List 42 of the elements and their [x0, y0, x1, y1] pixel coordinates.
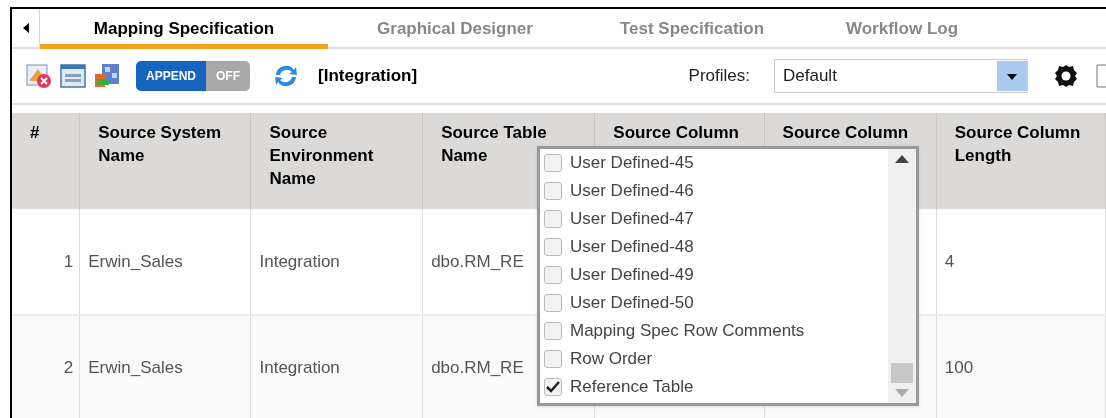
column-option-label[interactable]: Mapping Spec Row Comments: [570, 318, 805, 344]
checkbox[interactable]: [544, 378, 562, 396]
context-label: [Integration]: [318, 65, 418, 88]
delete-grid-icon[interactable]: [26, 63, 52, 89]
checkbox[interactable]: [544, 238, 562, 256]
scroll-thumb[interactable]: [891, 363, 913, 383]
tab[interactable]: Workflow Log: [802, 9, 1002, 49]
table-cell: Integration: [259, 358, 340, 378]
table-cell: 4: [944, 251, 955, 271]
tab[interactable]: Mapping Specification: [40, 9, 328, 49]
table-cell: dbo.RM_RE: [431, 251, 524, 271]
checkbox[interactable]: [544, 154, 562, 172]
window-icon[interactable]: [60, 63, 86, 89]
settings-icon[interactable]: [1054, 64, 1078, 88]
table-cell: Integration: [259, 251, 340, 271]
profiles-label: Profiles:: [688, 65, 750, 88]
mapping-icon[interactable]: [94, 63, 120, 89]
column-option-label[interactable]: Row Order: [570, 346, 653, 372]
table-cell: Erwin_Sales: [88, 251, 183, 271]
column-option-label[interactable]: User Defined-48: [570, 234, 694, 260]
scroll-down-icon[interactable]: [895, 389, 909, 397]
table-cell: dbo.RM_RE: [431, 358, 524, 378]
table-cell: Erwin_Sales: [88, 358, 183, 378]
table-cell: 1: [63, 251, 74, 271]
checkbox[interactable]: [544, 210, 562, 228]
profile-dropdown[interactable]: Default: [774, 59, 1028, 93]
table-cell: 100: [944, 358, 974, 378]
table-cell: 2: [63, 358, 74, 378]
scrollbar[interactable]: [888, 149, 916, 403]
tab[interactable]: Test Specification: [582, 9, 802, 49]
column-option-label[interactable]: User Defined-50: [570, 290, 694, 316]
checkbox[interactable]: [544, 350, 562, 368]
tab[interactable]: Graphical Designer: [328, 9, 582, 49]
caret-left-icon[interactable]: [22, 23, 29, 33]
checkbox[interactable]: [544, 182, 562, 200]
checkbox[interactable]: [544, 322, 562, 340]
column-option-label[interactable]: User Defined-47: [570, 206, 694, 232]
column-option-label[interactable]: Reference Table: [570, 374, 694, 400]
column-option-label[interactable]: User Defined-49: [570, 262, 694, 288]
checkbox[interactable]: [544, 294, 562, 312]
scroll-up-icon[interactable]: [895, 155, 909, 163]
checkbox[interactable]: [544, 266, 562, 284]
